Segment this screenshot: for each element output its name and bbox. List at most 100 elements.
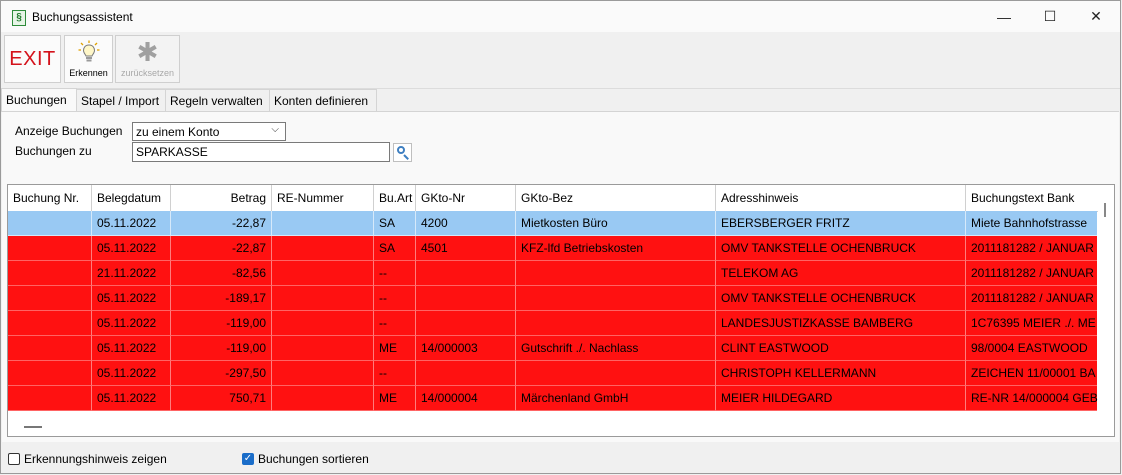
table-row[interactable]: 05.11.2022 -119,00 ME 14/000003 Gutschrift .… <box>8 336 1100 361</box>
checkmark-icon: ✓ <box>243 453 253 464</box>
grid-header: Buchung Nr. Belegdatum Betrag RE-Nummer Bu.A… <box>8 185 1100 212</box>
close-button[interactable]: ✕ <box>1073 1 1119 32</box>
buchungen-zu-input[interactable] <box>132 142 390 162</box>
cell-buchungstext-bank: 98/0004 EASTWOOD <box>966 336 1100 361</box>
lightbulb-icon <box>65 40 112 69</box>
column-header-bu-art[interactable]: Bu.Art <box>374 185 416 211</box>
cell-gkto-nr: 4200 <box>416 211 516 236</box>
buchungen-sortieren-checkbox[interactable]: ✓ <box>242 453 254 465</box>
magnifier-icon <box>397 146 405 154</box>
cell-betrag: -22,87 <box>171 236 272 261</box>
cell-re-nummer <box>272 236 374 261</box>
cell-belegdatum: 21.11.2022 <box>92 261 171 286</box>
cell-buchung-nr <box>8 286 92 311</box>
vertical-scroll-thumb[interactable] <box>1104 203 1106 217</box>
cell-betrag: -297,50 <box>171 361 272 386</box>
vertical-scrollbar[interactable] <box>1098 185 1114 436</box>
table-row[interactable]: 05.11.2022 -189,17 -- OMV TANKSTELLE OCHENB… <box>8 286 1100 311</box>
table-row[interactable]: 05.11.2022 -22,87 SA 4200 Mietkosten Büro EBE… <box>8 211 1100 236</box>
table-row[interactable]: 21.11.2022 -82,56 -- TELEKOM AG 2011181282 /… <box>8 261 1100 286</box>
table-row[interactable]: 05.11.2022 -119,00 -- LANDESJUSTIZKASSE BAM… <box>8 311 1100 336</box>
reset-asterisk-icon: ✱ <box>136 37 159 67</box>
cell-re-nummer <box>272 311 374 336</box>
cell-buchungstext-bank: 1C76395 MEIER ./. ME <box>966 311 1100 336</box>
cell-re-nummer <box>272 211 374 236</box>
cell-bu-art: SA <box>374 236 416 261</box>
erkennen-button[interactable]: Erkennen <box>64 35 113 83</box>
cell-re-nummer <box>272 386 374 411</box>
tab-regeln-verwalten[interactable]: Regeln verwalten <box>165 89 270 111</box>
cell-bu-art: -- <box>374 261 416 286</box>
cell-betrag: -119,00 <box>171 311 272 336</box>
table-row[interactable]: 05.11.2022 -297,50 -- CHRISTOPH KELLERMANN Z… <box>8 361 1100 386</box>
cell-buchung-nr <box>8 311 92 336</box>
cell-gkto-bez: KFZ-lfd Betriebskosten <box>516 236 716 261</box>
cell-belegdatum: 05.11.2022 <box>92 386 171 411</box>
column-header-re-nummer[interactable]: RE-Nummer <box>272 185 374 211</box>
cell-betrag: -82,56 <box>171 261 272 286</box>
cell-gkto-bez: Märchenland GmbH <box>516 386 716 411</box>
cell-re-nummer <box>272 286 374 311</box>
horizontal-scroll-thumb[interactable] <box>24 426 42 428</box>
cell-adresshinweis: EBERSBERGER FRITZ <box>716 211 966 236</box>
cell-buchung-nr <box>8 261 92 286</box>
cell-buchungstext-bank: RE-NR 14/000004 GEB <box>966 386 1100 411</box>
cell-adresshinweis: MEIER HILDEGARD <box>716 386 966 411</box>
search-button[interactable] <box>393 143 412 162</box>
cell-betrag: -119,00 <box>171 336 272 361</box>
cell-buchung-nr <box>8 236 92 261</box>
cell-gkto-bez <box>516 361 716 386</box>
cell-bu-art: -- <box>374 361 416 386</box>
options-bar: Erkennungshinweis zeigen ✓ Buchungen sor… <box>1 448 1120 470</box>
cell-gkto-bez: Gutschrift ./. Nachlass <box>516 336 716 361</box>
buchungen-zu-label: Buchungen zu <box>15 144 92 158</box>
buchungsassistent-window: § Buchungsassistent — ☐ ✕ EXIT Erkennen … <box>0 0 1121 474</box>
tab-stapel-import[interactable]: Stapel / Import <box>76 89 166 111</box>
window-title: Buchungsassistent <box>32 10 133 24</box>
cell-belegdatum: 05.11.2022 <box>92 311 171 336</box>
app-icon: § <box>12 10 26 26</box>
column-header-betrag[interactable]: Betrag <box>171 185 272 211</box>
horizontal-scrollbar[interactable] <box>8 420 1100 436</box>
cell-adresshinweis: TELEKOM AG <box>716 261 966 286</box>
column-header-gkto-nr[interactable]: GKto-Nr <box>416 185 516 211</box>
cell-adresshinweis: CLINT EASTWOOD <box>716 336 966 361</box>
tab-buchungen[interactable]: Buchungen <box>1 88 77 112</box>
cell-adresshinweis: LANDESJUSTIZKASSE BAMBERG <box>716 311 966 336</box>
cell-buchung-nr <box>8 211 92 236</box>
table-row[interactable]: 05.11.2022 -22,87 SA 4501 KFZ-lfd Betriebsko… <box>8 236 1100 261</box>
cell-belegdatum: 05.11.2022 <box>92 236 171 261</box>
tab-konten-definieren[interactable]: Konten definieren <box>269 89 377 111</box>
zuruecksetzen-button[interactable]: ✱ zurücksetzen <box>115 35 180 83</box>
cell-buchungstext-bank: 2011181282 / JANUAR <box>966 236 1100 261</box>
column-header-buchung-nr[interactable]: Buchung Nr. <box>8 185 92 211</box>
erkennungshinweis-checkbox[interactable] <box>8 453 20 465</box>
column-header-buchungstext-bank[interactable]: Buchungstext Bank <box>966 185 1100 211</box>
cell-bu-art: ME <box>374 336 416 361</box>
anzeige-buchungen-select[interactable]: zu einem Konto ⌵ <box>132 122 286 141</box>
cell-buchungstext-bank: ZEICHEN 11/00001 BA <box>966 361 1100 386</box>
column-header-belegdatum[interactable]: Belegdatum <box>92 185 171 211</box>
cell-betrag: 750,71 <box>171 386 272 411</box>
exit-button[interactable]: EXIT <box>4 35 61 83</box>
column-header-adresshinweis[interactable]: Adresshinweis <box>716 185 966 211</box>
erkennungshinweis-label: Erkennungshinweis zeigen <box>24 452 167 466</box>
cell-gkto-bez <box>516 286 716 311</box>
cell-adresshinweis: CHRISTOPH KELLERMANN <box>716 361 966 386</box>
erkennen-label: Erkennen <box>69 68 108 78</box>
maximize-button[interactable]: ☐ <box>1027 1 1073 32</box>
cell-gkto-bez <box>516 261 716 286</box>
cell-gkto-bez: Mietkosten Büro <box>516 211 716 236</box>
column-header-gkto-bez[interactable]: GKto-Bez <box>516 185 716 211</box>
zuruecksetzen-label: zurücksetzen <box>120 68 175 78</box>
minimize-button[interactable]: — <box>981 1 1027 32</box>
cell-buchung-nr <box>8 361 92 386</box>
table-row[interactable]: 05.11.2022 750,71 ME 14/000004 Märchenland G… <box>8 386 1100 411</box>
cell-belegdatum: 05.11.2022 <box>92 336 171 361</box>
cell-buchung-nr <box>8 386 92 411</box>
tab-strip: Buchungen Stapel / Import Regeln verwalt… <box>1 88 1120 112</box>
buchungen-sortieren-label: Buchungen sortieren <box>258 452 369 466</box>
anzeige-buchungen-value: zu einem Konto <box>136 125 220 139</box>
cell-adresshinweis: OMV TANKSTELLE OCHENBRUCK <box>716 286 966 311</box>
cell-adresshinweis: OMV TANKSTELLE OCHENBRUCK <box>716 236 966 261</box>
